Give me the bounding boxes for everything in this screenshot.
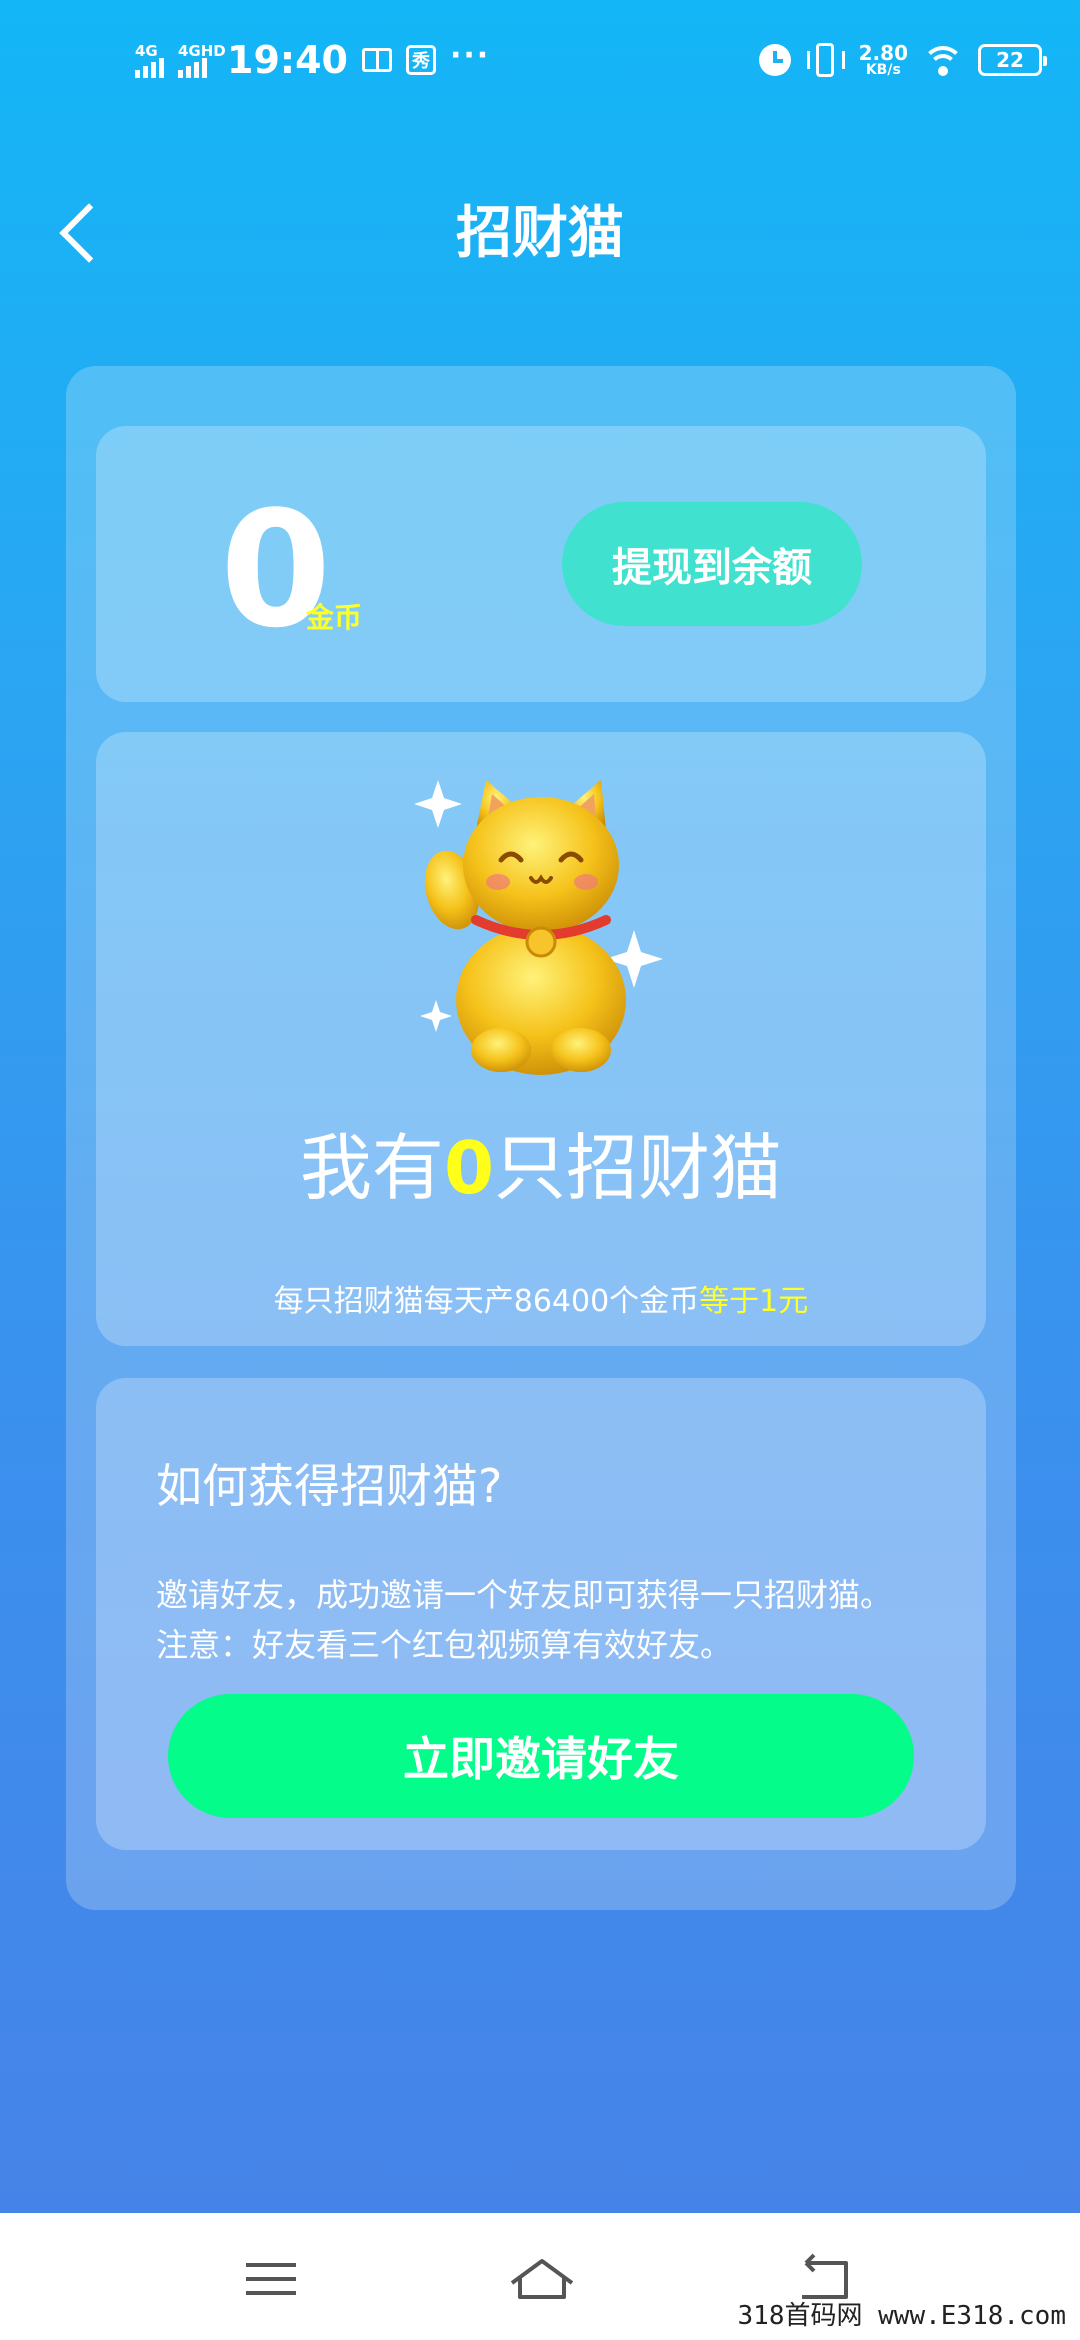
coin-unit: 金币 [306,601,363,634]
production-value: 等于1元 [699,1284,809,1319]
battery-icon: 22 [978,44,1047,76]
howto-title: 如何获得招财猫? [156,1459,503,1513]
clock: 19:40 [227,38,348,82]
wifi-icon [922,44,964,76]
withdraw-button[interactable]: 提现到余额 [562,502,862,626]
headline-prefix: 我有 [299,1126,444,1210]
howto-description: 邀请好友，成功邀请一个好友即可获得一只招财猫。 注意：好友看三个红包视频算有效好… [156,1570,956,1670]
invite-friends-button[interactable]: 立即邀请好友 [168,1694,914,1818]
signal-icon: 4G [135,42,164,78]
header: 招财猫 [0,170,1080,290]
status-bar-left: 4G 4GHD 19:40 秀 ··· [135,30,490,90]
cat-production-info: 每只招财猫每天产86400个金币等于1元 [96,1276,986,1320]
network-speed: 2.80 KB/s [859,43,908,77]
signal-icon-2: 4GHD [178,42,226,78]
book-icon [361,48,392,72]
cat-count-headline: 我有0只招财猫 [96,1132,986,1204]
howto-line-1: 邀请好友，成功邀请一个好友即可获得一只招财猫。 [156,1576,893,1614]
status-bar-right: 2.80 KB/s 22 [758,30,1047,90]
speed-value: 2.80 [858,41,908,65]
production-text: 每只招财猫每天产86400个金币 [273,1284,700,1319]
vibrate-icon [805,43,845,77]
menu-icon[interactable] [220,2243,320,2313]
cat-count: 0 [443,1126,495,1210]
lucky-cat-card: 我有0只招财猫 每只招财猫每天产86400个金币等于1元 [96,732,986,1346]
home-icon[interactable] [492,2243,592,2313]
alarm-icon [758,44,791,76]
navigation-bar: 318首码网 www.E318.com [0,2213,1080,2340]
lucky-cat-image [414,780,663,1075]
coins-card: 0 金币 提现到余额 [96,426,986,702]
page-title: 招财猫 [456,201,624,266]
headline-suffix: 只招财猫 [494,1126,783,1210]
howto-line-2: 注意：好友看三个红包视频算有效好友。 [156,1626,733,1664]
watermark: 318首码网 www.E318.com [737,2301,1066,2331]
status-bar: 4G 4GHD 19:40 秀 ··· 2.80 KB/s 22 [0,0,1080,120]
xiu-app-icon: 秀 [405,45,436,75]
network-label-2: 4GHD [178,42,226,60]
more-notifications-icon: ··· [449,37,491,73]
network-label-1: 4G [135,42,158,60]
speed-unit: KB/s [865,62,901,78]
howto-card: 如何获得招财猫? 邀请好友，成功邀请一个好友即可获得一只招财猫。 注意：好友看三… [96,1378,986,1850]
